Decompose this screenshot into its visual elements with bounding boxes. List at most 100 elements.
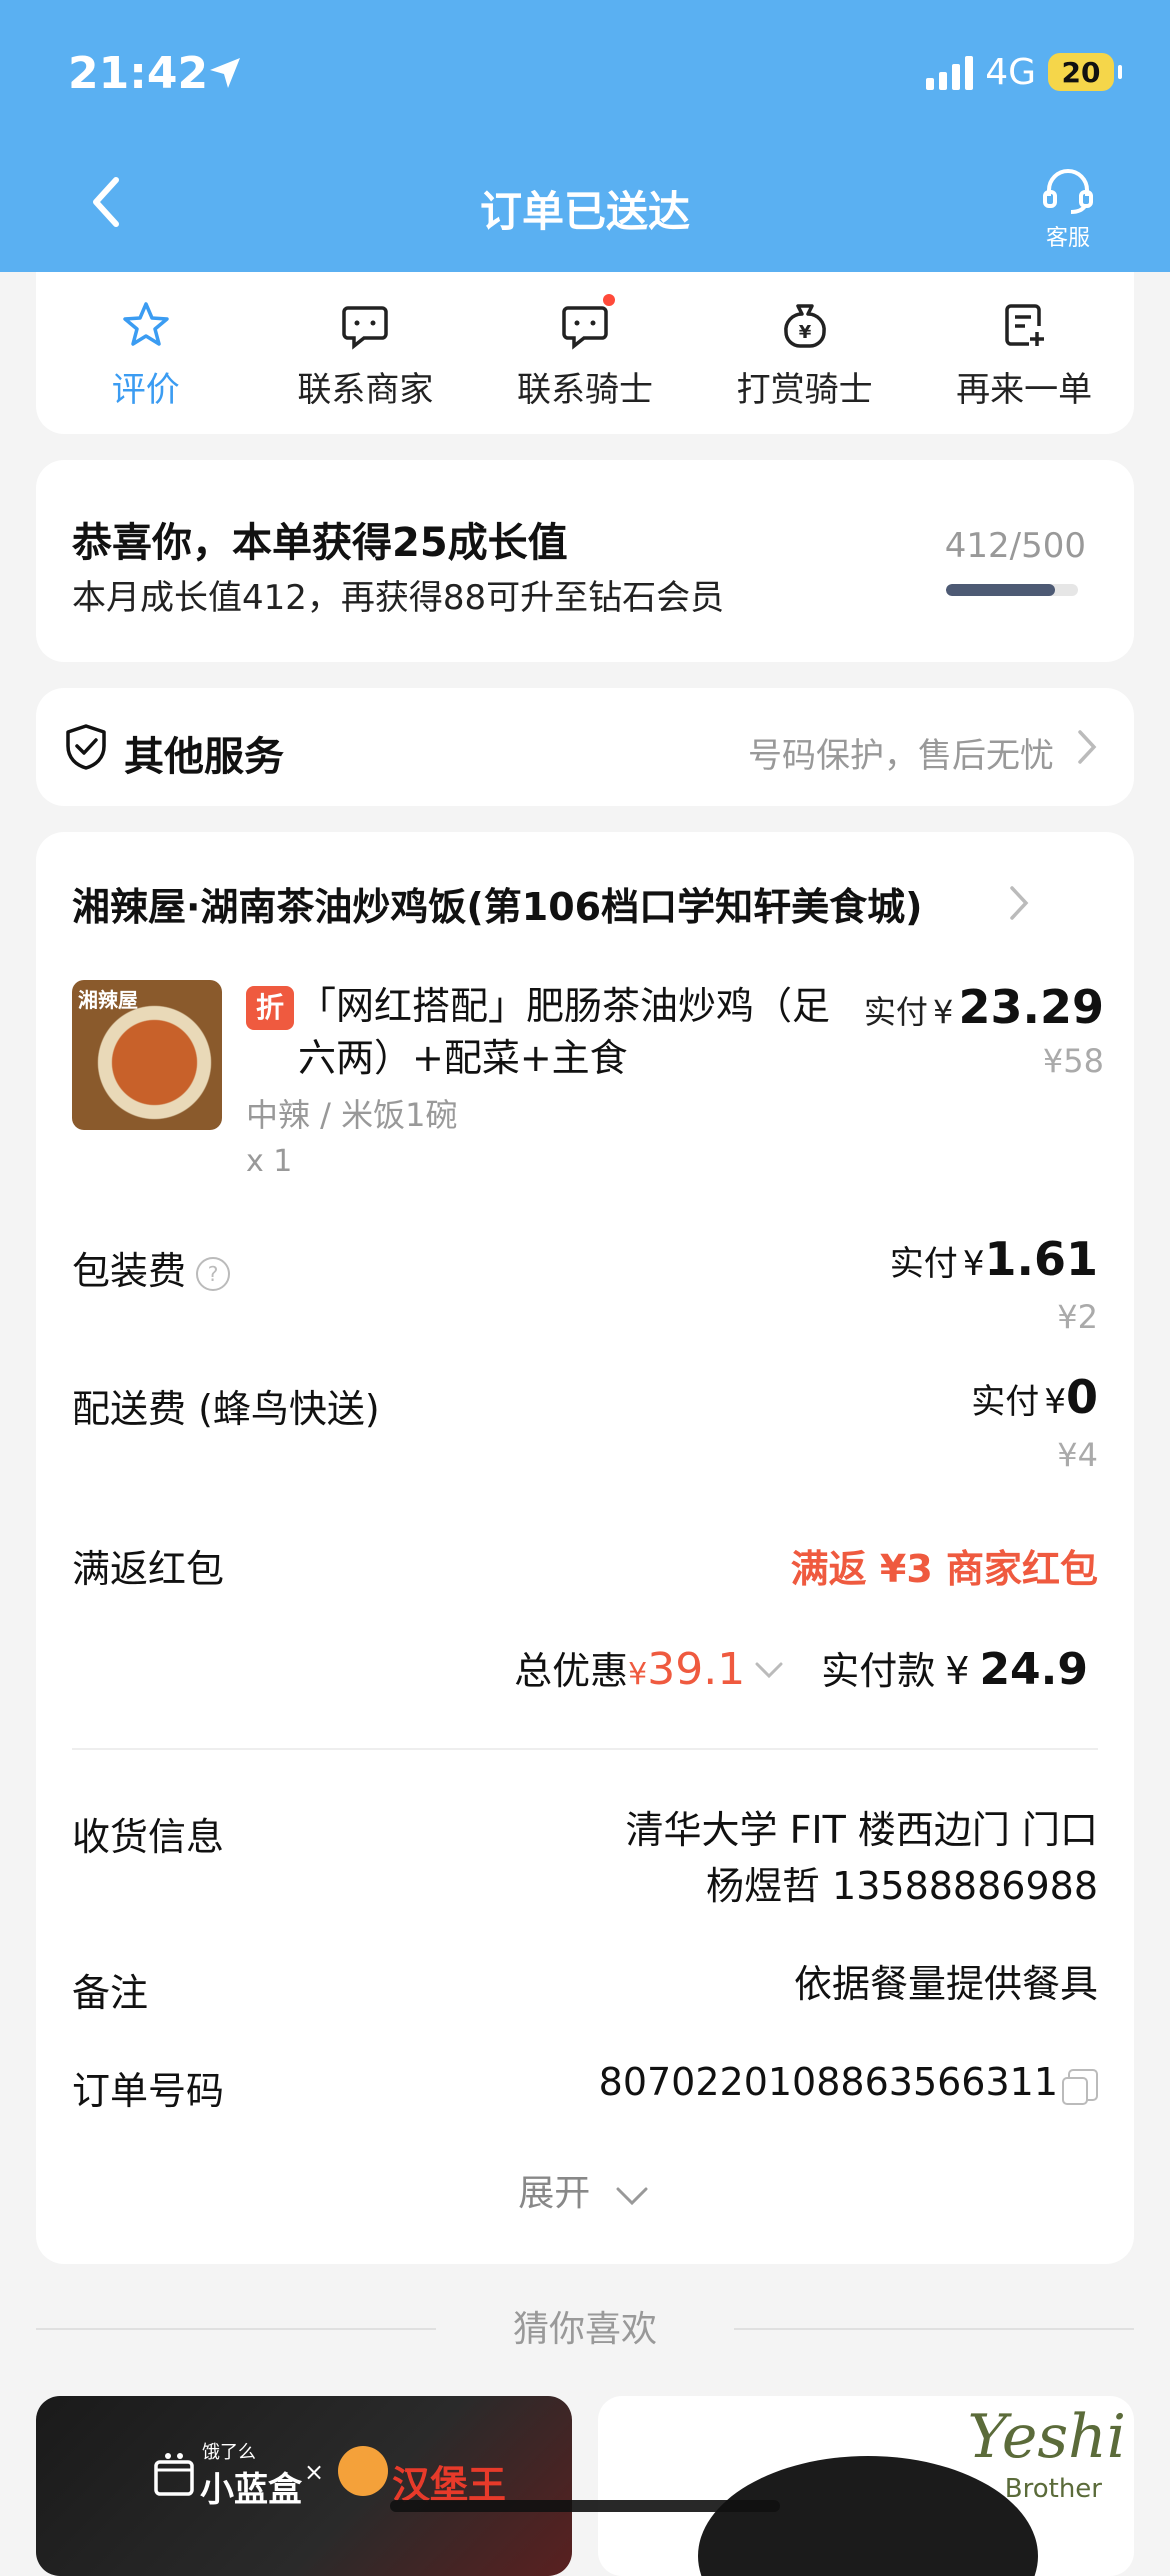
- chevron-right-icon[interactable]: [1008, 884, 1030, 922]
- other-services-title: 其他服务: [124, 734, 284, 780]
- burger-king-logo: [338, 2446, 388, 2496]
- collab-x: ×: [304, 2458, 325, 2486]
- reorder-icon: [1005, 304, 1045, 346]
- remark-value: 依据餐量提供餐具: [793, 1962, 1098, 2006]
- item-price: 实付 ¥ 23.29 ¥58: [864, 980, 1104, 1080]
- other-services-note: 号码保护，售后无忧: [748, 736, 1054, 776]
- receiver-contact: 杨煜哲 13588886988: [705, 1864, 1098, 1908]
- item-thumbnail[interactable]: 湘辣屋: [72, 980, 222, 1130]
- chat-icon: [342, 306, 389, 350]
- total-discount-label: 总优惠: [514, 1649, 629, 1693]
- delivery-paid-value: 0: [1065, 1370, 1098, 1424]
- status-indicators: 4G 20: [926, 50, 1122, 94]
- expand-button[interactable]: 展开: [36, 2164, 1134, 2216]
- chevron-right-icon: [1078, 730, 1097, 764]
- packing-original-price: ¥2: [1057, 1298, 1098, 1336]
- delivery-paid-label: 实付: [971, 1382, 1040, 1422]
- packing-currency: ¥: [962, 1244, 985, 1284]
- eleme-logo-text: 饿了么: [202, 2442, 256, 2463]
- receiver-label: 收货信息: [72, 1815, 225, 1859]
- packing-fee-price: 实付 ¥1.61 ¥2: [890, 1232, 1098, 1336]
- blue-box-brand: 小蓝盒: [200, 2470, 302, 2510]
- recommend-card-yeshi[interactable]: Yeshi Brother: [598, 2396, 1134, 2576]
- yeshi-sub-logo: Brother: [1004, 2474, 1102, 2504]
- item-quantity: x 1: [246, 1144, 293, 1179]
- copy-icon[interactable]: [1062, 2068, 1098, 2105]
- order-details-card: 湘辣屋·湖南茶油炒鸡饭(第106档口学知轩美食城) 湘辣屋 折 「网红搭配」肥肠…: [36, 832, 1134, 2264]
- divider: [72, 1748, 1098, 1750]
- delivery-currency: ¥: [1044, 1382, 1066, 1422]
- home-indicator[interactable]: [390, 2500, 780, 2512]
- customer-service-label: 客服: [1045, 226, 1090, 251]
- svg-text:¥: ¥: [798, 322, 811, 343]
- redpack-value: 满返 ¥3 商家红包: [790, 1547, 1098, 1591]
- headset-icon: [1043, 169, 1093, 214]
- header-bar: 21:42 4G 20 订单已送达 客服: [0, 0, 1170, 272]
- total-paid-label: 实付款: [821, 1649, 936, 1693]
- other-services-row[interactable]: 其他服务 号码保护，售后无忧: [36, 688, 1134, 806]
- tip-rider-button[interactable]: ¥ 打赏骑士: [695, 272, 915, 434]
- remark-label: 备注: [72, 1971, 149, 2015]
- growth-progress-fill: [946, 584, 1055, 596]
- total-discount-currency: ¥: [628, 1657, 648, 1692]
- reorder-button[interactable]: 再来一单: [914, 272, 1134, 434]
- contact-merchant-label: 联系商家: [297, 370, 434, 410]
- order-number-label: 订单号码: [72, 2069, 225, 2113]
- reorder-label: 再来一单: [956, 370, 1093, 410]
- contact-rider-button[interactable]: 联系骑士: [475, 272, 695, 434]
- battery-icon: 20: [1048, 53, 1122, 91]
- recommend-card-burger-king[interactable]: 饿了么 小蓝盒 × 汉堡王: [36, 2396, 572, 2576]
- growth-card[interactable]: 恭喜你，本单获得25成长值 本月成长值412，再获得88可升至钻石会员 412/…: [36, 460, 1134, 662]
- order-number-value: 8070220108863566311: [598, 2060, 1058, 2104]
- customer-service-button[interactable]: 客服: [1036, 168, 1100, 252]
- item-name: 「网红搭配」肥肠茶油炒鸡（足六两）+配菜+主食: [298, 984, 831, 1080]
- packing-fee-label: 包装费?: [72, 1240, 231, 1295]
- review-label: 评价: [111, 370, 180, 410]
- box-logo-icon: [154, 2453, 194, 2496]
- order-actions-bar: 评价 联系商家 联系骑士 ¥ 打赏骑士 再来一单: [36, 272, 1134, 434]
- delivery-fee-label: 配送费 (蜂鸟快送): [72, 1387, 380, 1431]
- growth-count: 412/500: [944, 526, 1086, 566]
- item-original-price: ¥58: [1042, 1042, 1104, 1080]
- receiver-info: 清华大学 FIT 楼西边门 门口 杨煜哲 13588886988: [625, 1802, 1098, 1914]
- item-currency: ¥: [933, 993, 954, 1031]
- delivery-original-price: ¥4: [1057, 1436, 1098, 1474]
- item-spec: 中辣 / 米饭1碗: [246, 1096, 458, 1134]
- star-icon: [123, 302, 169, 346]
- item-image-tag: 湘辣屋: [78, 988, 138, 1012]
- food-bowl-image: [698, 2456, 1038, 2576]
- contact-rider-label: 联系骑士: [516, 370, 653, 410]
- chevron-down-icon: [616, 2187, 648, 2206]
- tip-rider-label: 打赏骑士: [736, 370, 873, 410]
- shop-name[interactable]: 湘辣屋·湖南茶油炒鸡饭(第106档口学知轩美食城): [72, 876, 923, 931]
- battery-level: 20: [1061, 55, 1101, 89]
- money-bag-icon: ¥: [783, 304, 826, 348]
- growth-title: 恭喜你，本单获得25成长值: [72, 520, 568, 566]
- contact-merchant-button[interactable]: 联系商家: [256, 272, 476, 434]
- growth-subtitle: 本月成长值412，再获得88可升至钻石会员: [72, 578, 725, 618]
- growth-progress-bar: [946, 584, 1078, 596]
- receiver-address: 清华大学 FIT 楼西边门 门口: [625, 1808, 1098, 1852]
- chevron-down-icon[interactable]: [751, 1656, 787, 1684]
- item-paid-label: 实付: [863, 993, 928, 1031]
- chat-icon: [562, 306, 608, 350]
- item-paid-value: 23.29: [958, 980, 1104, 1034]
- help-icon[interactable]: ?: [196, 1256, 231, 1291]
- yeshi-logo: Yeshi: [967, 2402, 1126, 2472]
- total-paid-currency: ¥: [945, 1649, 970, 1693]
- notification-dot: [602, 294, 615, 306]
- packing-paid-label: 实付: [889, 1244, 958, 1284]
- expand-label: 展开: [518, 2173, 591, 2214]
- network-type: 4G: [985, 51, 1036, 93]
- discount-badge: 折: [246, 986, 294, 1030]
- redpack-label: 满返红包: [72, 1547, 225, 1591]
- delivery-fee-price: 实付 ¥0 ¥4: [971, 1370, 1098, 1474]
- total-discount-value[interactable]: 39.1: [647, 1644, 745, 1695]
- signal-icon: [926, 54, 974, 90]
- status-time: 21:42: [68, 48, 209, 99]
- review-button[interactable]: 评价: [36, 272, 256, 434]
- packing-fee-text: 包装费: [72, 1249, 187, 1293]
- order-number: 8070220108863566311: [599, 2054, 1098, 2110]
- packing-paid-value: 1.61: [984, 1232, 1099, 1286]
- total-paid-value: 24.9: [979, 1644, 1088, 1695]
